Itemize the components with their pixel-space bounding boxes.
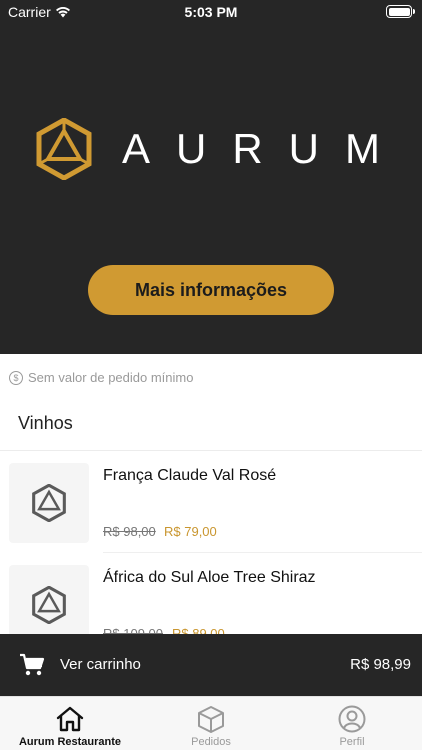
min-order-notice: $ Sem valor de pedido mínimo <box>9 370 193 385</box>
min-order-text: Sem valor de pedido mínimo <box>28 370 194 385</box>
product-thumbnail <box>9 565 89 645</box>
tab-label: Aurum Restaurante <box>18 736 122 748</box>
battery-icon <box>386 5 415 18</box>
tab-restaurant[interactable]: Aurum Restaurante <box>0 697 140 750</box>
tab-label: Perfil <box>339 736 365 748</box>
box-icon <box>198 706 224 733</box>
product-placeholder-icon <box>32 484 66 522</box>
cart-total: R$ 98,99 <box>350 656 411 673</box>
product-old-price: R$ 98,00 <box>103 524 156 539</box>
tab-orders[interactable]: Pedidos <box>141 697 281 750</box>
logo-mark-icon <box>36 118 92 180</box>
product-name: África do Sul Aloe Tree Shiraz <box>103 569 316 586</box>
cart-label: Ver carrinho <box>60 656 141 673</box>
product-placeholder-icon <box>32 586 66 624</box>
product-name: França Claude Val Rosé <box>103 467 277 484</box>
tab-label: Pedidos <box>191 736 231 748</box>
product-thumbnail <box>9 463 89 543</box>
section-title: Vinhos <box>18 413 73 433</box>
tab-profile[interactable]: Perfil <box>282 697 422 750</box>
product-item[interactable]: França Claude Val Rosé R$ 98,00 R$ 79,00 <box>0 451 422 553</box>
brand-wordmark: AURUM <box>122 125 406 172</box>
cart-icon <box>20 653 45 676</box>
hero-banner: Carrier 5:03 PM AURUM Mais informações <box>0 0 422 354</box>
home-icon <box>56 706 84 732</box>
brand-logo: AURUM <box>36 118 406 180</box>
status-bar: Carrier 5:03 PM <box>0 0 422 24</box>
more-info-button[interactable]: Mais informações <box>88 265 334 315</box>
product-price: R$ 79,00 <box>164 524 217 539</box>
clock: 5:03 PM <box>184 4 238 20</box>
tab-bar: Aurum Restaurante Pedidos Perfil <box>0 696 422 750</box>
user-icon <box>338 705 366 733</box>
coin-icon: $ <box>9 370 23 385</box>
view-cart-bar[interactable]: Ver carrinho R$ 98,99 <box>0 634 422 696</box>
